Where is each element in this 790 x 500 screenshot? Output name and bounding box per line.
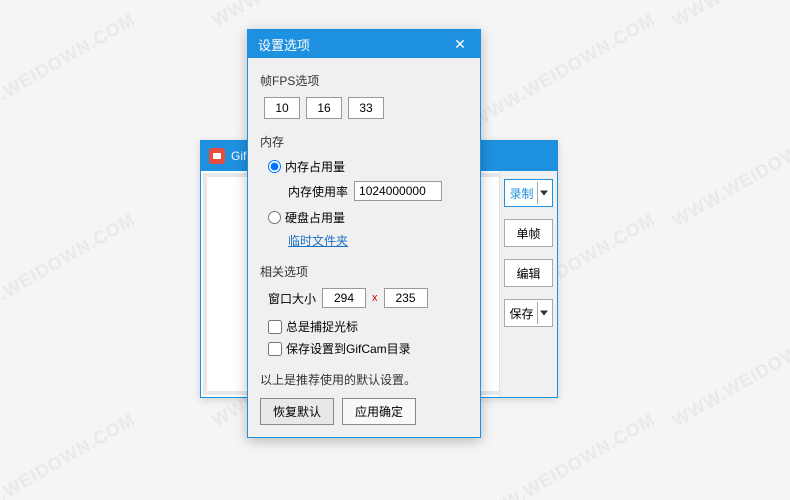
memory-radio-row[interactable]: 内存占用量 [268,158,468,175]
disk-radio-row[interactable]: 硬盘占用量 [268,209,468,226]
memory-value-input[interactable] [354,181,442,201]
disk-usage-radio[interactable] [268,211,281,224]
memory-usage-label: 内存占用量 [285,158,345,175]
disk-usage-label: 硬盘占用量 [285,209,345,226]
restore-defaults-button[interactable]: 恢复默认 [260,398,334,425]
size-separator: x [372,292,378,304]
temp-folder-link[interactable]: 临时文件夹 [288,232,468,249]
gifcam-app-icon [209,148,225,164]
fps-input-3[interactable] [348,97,384,119]
fps-section-label: 帧FPS选项 [260,72,468,89]
close-icon: ✕ [454,36,466,53]
edit-button[interactable]: 编辑 [504,259,553,287]
memory-section-label: 内存 [260,133,468,150]
apply-ok-button[interactable]: 应用确定 [342,398,416,425]
capture-cursor-row[interactable]: 总是捕捉光标 [268,318,468,335]
window-size-label: 窗口大小 [268,290,316,307]
width-input[interactable] [322,288,366,308]
footer-hint: 以上是推荐使用的默认设置。 [260,371,468,388]
fps-input-1[interactable] [264,97,300,119]
save-dir-row[interactable]: 保存设置到GifCam目录 [268,340,468,357]
settings-title: 设置选项 [258,35,310,54]
close-button[interactable]: ✕ [440,30,480,58]
related-section-label: 相关选项 [260,263,468,280]
save-dir-label: 保存设置到GifCam目录 [286,340,411,357]
gifcam-toolbar: 录制 单帧 编辑 保存 [499,171,557,397]
settings-dialog: 设置选项 ✕ 帧FPS选项 内存 内存占用量 内存使用率 硬盘占用量 临时文件夹 [247,29,481,438]
memory-rate-label: 内存使用率 [288,183,348,200]
capture-cursor-label: 总是捕捉光标 [286,318,358,335]
save-dir-checkbox[interactable] [268,342,282,356]
frame-button[interactable]: 单帧 [504,219,553,247]
height-input[interactable] [384,288,428,308]
memory-usage-radio[interactable] [268,160,281,173]
record-button[interactable]: 录制 [504,179,553,207]
record-label: 录制 [509,185,533,202]
fps-input-2[interactable] [306,97,342,119]
save-button[interactable]: 保存 [504,299,553,327]
capture-cursor-checkbox[interactable] [268,320,282,334]
save-label: 保存 [509,305,533,322]
settings-titlebar[interactable]: 设置选项 ✕ [248,30,480,58]
